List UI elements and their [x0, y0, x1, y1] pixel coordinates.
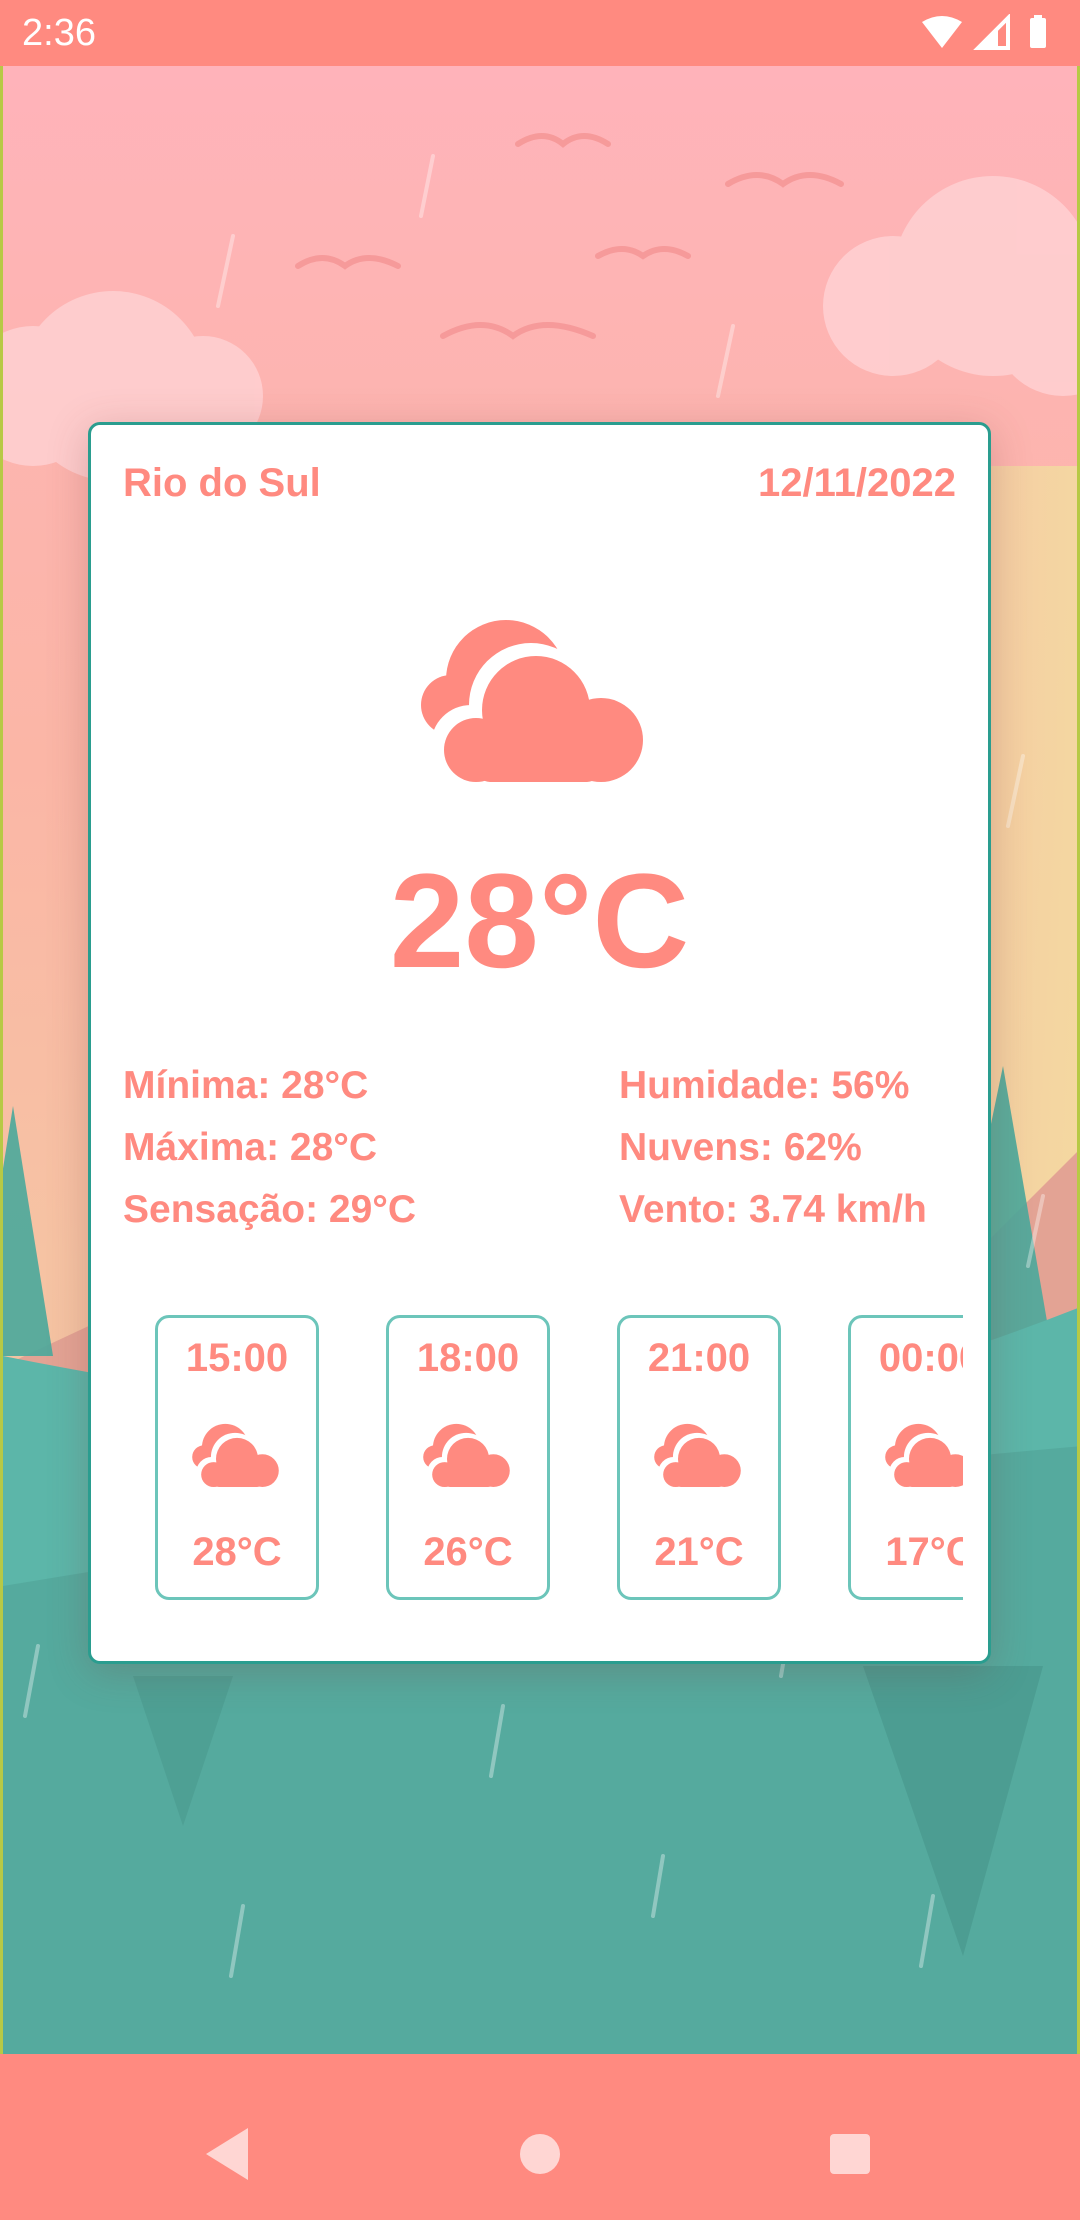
min-temperature: Mínima: 28°C — [123, 1064, 369, 1107]
battery-icon — [1030, 18, 1046, 48]
cloudy-icon — [421, 620, 653, 785]
city-name: Rio do Sul — [123, 461, 321, 505]
home-icon[interactable] — [520, 2134, 560, 2174]
wifi-icon — [922, 16, 962, 48]
forecast-time: 15:00 — [185, 1336, 289, 1380]
cloudy-icon — [192, 1423, 283, 1489]
forecast-time: 18:00 — [416, 1336, 520, 1380]
current-date: 12/11/2022 — [758, 461, 956, 505]
forecast-temperature: 28°C — [192, 1530, 282, 1574]
forecast-temperature: 26°C — [423, 1530, 513, 1574]
recents-icon[interactable] — [830, 2134, 870, 2174]
status-time: 2:36 — [22, 12, 96, 54]
cloudy-icon — [423, 1423, 514, 1489]
forecast-temperature: 17°C — [885, 1530, 963, 1574]
status-icons — [922, 14, 1046, 50]
cloudy-icon — [654, 1423, 745, 1489]
cloudy-icon — [885, 1423, 963, 1489]
feels-like: Sensação: 29°C — [123, 1188, 417, 1231]
hourly-forecast-list[interactable]: 15:00 28°C 18:00 26°C 21:00 21°C 00:0 17… — [155, 1315, 963, 1605]
weather-card: Rio do Sul 12/11/2022 28°C Mínima: 28°C … — [88, 422, 991, 1664]
back-icon[interactable] — [206, 2128, 248, 2180]
forecast-time: 00:00 — [878, 1336, 963, 1380]
temperature-details: Mínima: 28°C Máxima: 28°C Sensação: 29°C — [123, 1055, 416, 1241]
forecast-temperature: 21°C — [654, 1530, 744, 1574]
atmosphere-details: Humidade: 56% Nuvens: 62% Vento: 3.74 km… — [619, 1055, 927, 1241]
forecast-item[interactable]: 18:00 26°C — [386, 1315, 550, 1600]
forecast-time: 21:00 — [647, 1336, 751, 1380]
navigation-bar — [0, 2088, 1080, 2220]
current-temperature: 28°C — [389, 847, 690, 996]
forecast-item[interactable]: 00:00 17°C — [848, 1315, 963, 1600]
humidity: Humidade: 56% — [619, 1064, 910, 1107]
forecast-item[interactable]: 15:00 28°C — [155, 1315, 319, 1600]
forecast-item[interactable]: 21:00 21°C — [617, 1315, 781, 1600]
nav-buttons — [206, 2128, 870, 2180]
cloudiness: Nuvens: 62% — [619, 1126, 862, 1169]
max-temperature: Máxima: 28°C — [123, 1126, 378, 1169]
status-bar: 2:36 — [0, 0, 1080, 66]
wind-speed: Vento: 3.74 km/h — [619, 1188, 927, 1231]
